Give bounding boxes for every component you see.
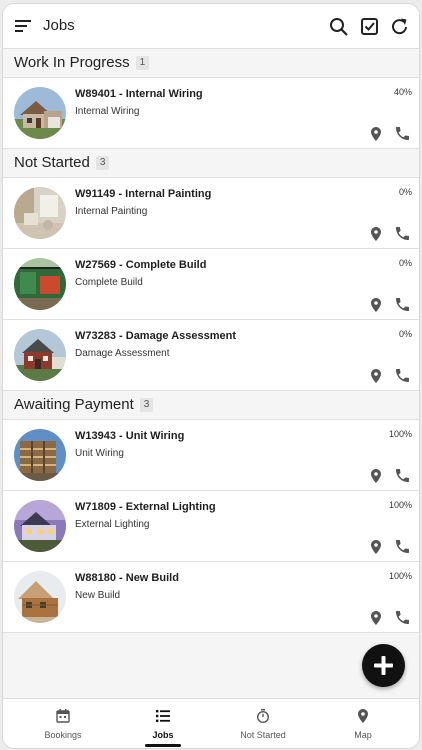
map-pin-icon[interactable] (371, 540, 381, 554)
job-progress: 100% (388, 429, 412, 439)
job-card[interactable]: W73283 - Damage Assessment Damage Assess… (3, 320, 419, 391)
map-pin-icon[interactable] (371, 298, 381, 312)
map-pin-icon[interactable] (371, 611, 381, 625)
job-type: Unit Wiring (75, 448, 124, 459)
tab-jobs[interactable]: Jobs (111, 699, 215, 748)
job-type: Internal Wiring (75, 106, 140, 117)
job-progress: 0% (398, 258, 412, 268)
job-title: W71809 - External Lighting (75, 501, 216, 513)
refresh-icon[interactable] (389, 16, 411, 38)
job-thumbnail (14, 329, 66, 381)
job-type: New Build (75, 590, 121, 601)
tab-not-started[interactable]: Not Started (211, 699, 315, 748)
job-card[interactable]: W13943 - Unit Wiring Unit Wiring 100% (3, 420, 419, 491)
job-card[interactable]: W91149 - Internal Painting Internal Pain… (3, 178, 419, 249)
job-title: W73283 - Damage Assessment (75, 330, 237, 342)
map-pin-icon[interactable] (371, 127, 381, 141)
phone-icon[interactable] (396, 127, 409, 140)
job-type: Complete Build (75, 277, 143, 288)
section-title: Not Started (14, 154, 90, 171)
map-pin-icon (358, 709, 368, 723)
job-type: Internal Painting (75, 206, 148, 217)
phone-icon[interactable] (396, 298, 409, 311)
job-type: External Lighting (75, 519, 150, 530)
section-count-badge: 3 (95, 156, 110, 170)
calendar-icon (56, 709, 70, 723)
map-pin-icon[interactable] (371, 369, 381, 383)
section-count-badge: 1 (135, 56, 150, 70)
job-card[interactable]: W27569 - Complete Build Complete Build 0… (3, 249, 419, 320)
job-thumbnail (14, 571, 66, 623)
phone-icon[interactable] (396, 540, 409, 553)
menu-icon[interactable] (15, 18, 33, 34)
phone-icon[interactable] (396, 227, 409, 240)
checklist-icon[interactable] (359, 16, 381, 38)
job-title: W27569 - Complete Build (75, 259, 207, 271)
phone-icon[interactable] (396, 611, 409, 624)
section-header-not-started: Not Started 3 (3, 149, 419, 178)
job-progress: 0% (398, 329, 412, 339)
section-header-work-in-progress: Work In Progress 1 (3, 49, 419, 78)
app-frame: Jobs Work In Progress 1 W89401 - Interna… (2, 3, 420, 749)
tab-label: Map (354, 730, 372, 740)
add-job-button[interactable] (362, 644, 405, 687)
section-count-badge: 3 (139, 398, 154, 412)
job-title: W13943 - Unit Wiring (75, 430, 185, 442)
active-tab-indicator (145, 744, 181, 747)
bottom-nav: Bookings Jobs Not Started Map (3, 698, 419, 748)
page-title: Jobs (43, 17, 75, 34)
job-card[interactable]: W88180 - New Build New Build 100% (3, 562, 419, 633)
search-icon[interactable] (328, 16, 350, 38)
tab-map[interactable]: Map (311, 699, 415, 748)
tab-bookings[interactable]: Bookings (11, 699, 115, 748)
job-progress: 40% (393, 87, 412, 97)
job-thumbnail (14, 187, 66, 239)
job-title: W89401 - Internal Wiring (75, 88, 203, 100)
stopwatch-icon (257, 709, 269, 723)
job-title: W91149 - Internal Painting (75, 188, 212, 200)
job-thumbnail (14, 500, 66, 552)
job-progress: 100% (388, 571, 412, 581)
job-thumbnail (14, 87, 66, 139)
job-thumbnail (14, 429, 66, 481)
job-thumbnail (14, 258, 66, 310)
tab-label: Bookings (44, 730, 82, 740)
job-title: W88180 - New Build (75, 572, 179, 584)
tab-label: Not Started (240, 730, 286, 740)
job-type: Damage Assessment (75, 348, 170, 359)
app-bar: Jobs (3, 4, 419, 49)
job-card[interactable]: W89401 - Internal Wiring Internal Wiring… (3, 78, 419, 149)
job-progress: 100% (388, 500, 412, 510)
tab-label: Jobs (152, 730, 174, 740)
job-progress: 0% (398, 187, 412, 197)
map-pin-icon[interactable] (371, 469, 381, 483)
job-list: Work In Progress 1 W89401 - Internal Wiri… (3, 49, 419, 633)
section-title: Awaiting Payment (14, 396, 134, 413)
plus-icon (374, 656, 393, 675)
list-icon (156, 710, 170, 722)
map-pin-icon[interactable] (371, 227, 381, 241)
section-title: Work In Progress (14, 54, 130, 71)
section-header-awaiting-payment: Awaiting Payment 3 (3, 391, 419, 420)
phone-icon[interactable] (396, 469, 409, 482)
phone-icon[interactable] (396, 369, 409, 382)
job-card[interactable]: W71809 - External Lighting External Ligh… (3, 491, 419, 562)
